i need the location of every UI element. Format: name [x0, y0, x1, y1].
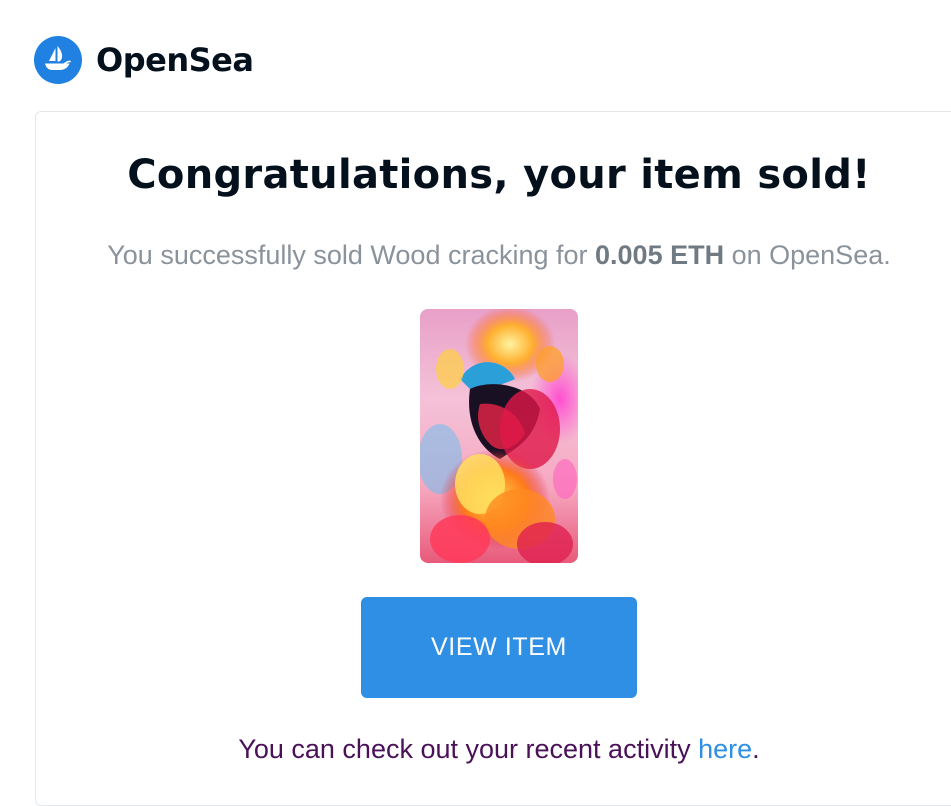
view-item-button[interactable]: VIEW ITEM: [361, 597, 637, 698]
sale-price: 0.005 ETH: [595, 240, 725, 270]
email-header: OpenSea: [34, 36, 254, 84]
sale-summary: You successfully sold Wood cracking for …: [35, 236, 951, 274]
headline: Congratulations, your item sold!: [127, 152, 871, 198]
recent-activity-link[interactable]: here: [698, 734, 752, 764]
brand-name: OpenSea: [96, 41, 254, 79]
sale-summary-prefix: You successfully sold Wood cracking for: [107, 240, 596, 270]
sailboat-icon: [45, 46, 71, 70]
opensea-logo[interactable]: [34, 36, 82, 84]
sale-summary-suffix: on OpenSea.: [724, 240, 891, 270]
nft-item-image[interactable]: [420, 309, 578, 563]
recent-activity-suffix: .: [752, 734, 760, 764]
recent-activity-prefix: You can check out your recent activity: [238, 734, 699, 764]
recent-activity-text: You can check out your recent activity h…: [35, 730, 951, 768]
fiery-abstract-artwork: [420, 309, 578, 563]
